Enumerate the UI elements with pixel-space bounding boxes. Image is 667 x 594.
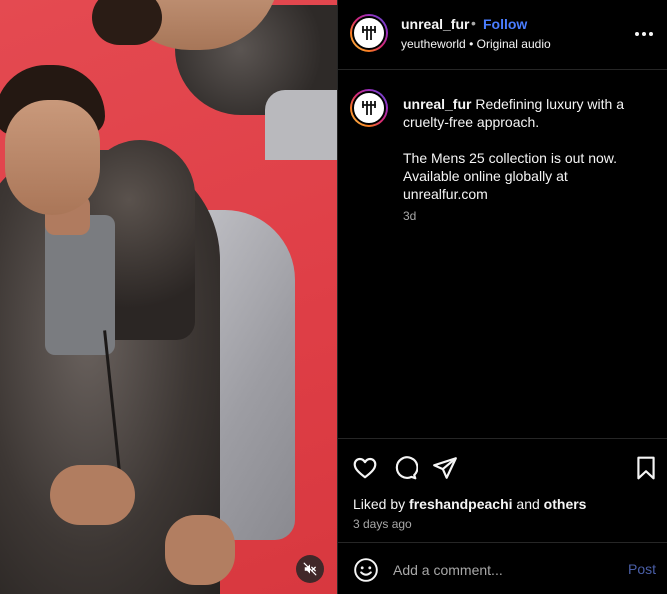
avatar[interactable] <box>350 14 388 52</box>
likes-summary: Liked by freshandpeachi and others <box>353 496 586 512</box>
emoji-icon[interactable] <box>353 557 379 583</box>
audio-label[interactable]: Original audio <box>477 37 551 51</box>
caption-username[interactable]: unreal_fur <box>403 96 471 112</box>
header-separator: • <box>471 15 476 31</box>
likes-others-link[interactable]: others <box>544 496 587 512</box>
post-header: unreal_fur • Follow yeutheworld • Origin… <box>338 0 667 70</box>
post-comment-button[interactable]: Post <box>628 561 656 577</box>
mute-button[interactable] <box>296 555 324 583</box>
more-horizontal-icon[interactable] <box>633 24 655 44</box>
unreal-fur-logo <box>362 26 376 40</box>
comment-bar: Post <box>338 542 667 594</box>
speaker-muted-icon <box>303 562 317 576</box>
audio-info: yeutheworld • Original audio <box>401 37 551 51</box>
avatar-image <box>352 16 386 50</box>
unreal-fur-logo <box>362 101 376 115</box>
media-photo-detail <box>92 0 162 45</box>
header-username[interactable]: unreal_fur <box>401 16 469 32</box>
media-photo-detail <box>165 515 235 585</box>
avatar[interactable] <box>350 89 388 127</box>
audio-owner[interactable]: yeutheworld <box>401 37 466 51</box>
post-side-panel: unreal_fur • Follow yeutheworld • Origin… <box>337 0 667 594</box>
media-photo-detail <box>265 90 337 160</box>
share-icon[interactable] <box>432 455 458 481</box>
caption-first-line: unreal_fur Redefining luxury with a crue… <box>403 95 653 131</box>
post-dialog: unreal_fur • Follow yeutheworld • Origin… <box>0 0 667 594</box>
bookmark-icon[interactable] <box>633 455 659 481</box>
caption-line3: Available online globally at <box>403 168 568 184</box>
likes-conjunction: and <box>516 496 540 512</box>
avatar-image <box>352 91 386 125</box>
heart-icon[interactable] <box>352 455 378 481</box>
caption-text: unreal_fur Redefining luxury with a crue… <box>403 95 653 203</box>
post-actions: Liked by freshandpeachi and others 3 day… <box>338 438 667 542</box>
likes-user-link[interactable]: freshandpeachi <box>409 496 512 512</box>
caption-timestamp[interactable]: 3d <box>403 209 416 223</box>
post-timestamp[interactable]: 3 days ago <box>353 517 412 531</box>
likes-prefix: Liked by <box>353 496 406 512</box>
caption-line2: The Mens 25 collection is out now. <box>403 150 618 166</box>
audio-separator: • <box>469 37 474 51</box>
caption-line4: unrealfur.com <box>403 186 488 202</box>
post-media[interactable] <box>0 0 337 594</box>
media-photo-detail <box>5 100 100 215</box>
comment-icon[interactable] <box>392 455 418 481</box>
comment-input[interactable] <box>393 557 613 583</box>
media-photo-detail <box>50 465 135 525</box>
follow-button[interactable]: Follow <box>483 16 527 32</box>
